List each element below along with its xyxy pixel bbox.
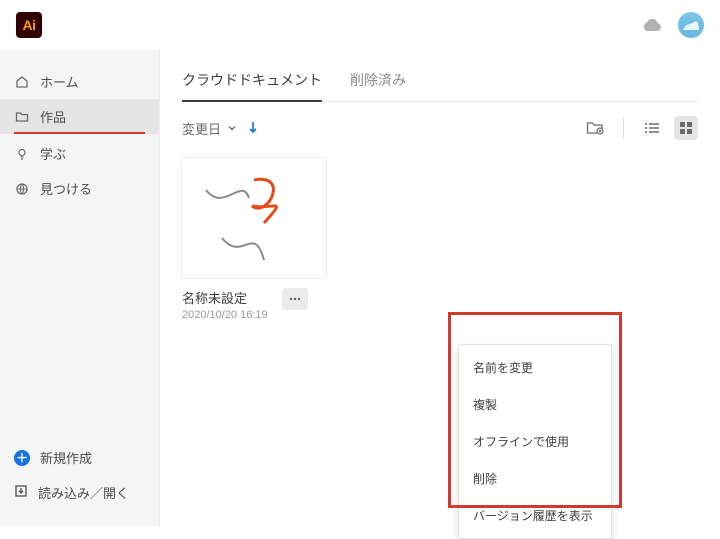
tab-label: 削除済み bbox=[350, 72, 406, 88]
file-title: 名称未設定 bbox=[182, 288, 268, 307]
ctx-label: 名前を変更 bbox=[473, 361, 533, 375]
file-more-button[interactable] bbox=[282, 288, 308, 310]
tab-label: クラウドドキュメント bbox=[182, 72, 322, 88]
topbar: Ai bbox=[0, 0, 720, 50]
new-file-button[interactable]: ＋ 新規作成 bbox=[0, 440, 159, 475]
action-label: 新規作成 bbox=[40, 448, 92, 467]
user-avatar[interactable] bbox=[678, 12, 704, 38]
app-root: Ai ホーム 作品 学ぶ 見つける bbox=[0, 0, 720, 526]
grid-view-button[interactable] bbox=[674, 116, 698, 140]
sidebar-item-label: ホーム bbox=[40, 72, 79, 91]
ctx-label: 複製 bbox=[473, 398, 497, 412]
list-view-button[interactable] bbox=[640, 116, 664, 140]
sidebar: ホーム 作品 学ぶ 見つける ＋ 新規作成 bbox=[0, 50, 160, 526]
cloud-icon[interactable] bbox=[642, 17, 662, 34]
ctx-offline[interactable]: オフラインで使用 bbox=[459, 423, 611, 460]
sort-dropdown[interactable]: 変更日 bbox=[182, 119, 237, 138]
ctx-label: オフラインで使用 bbox=[473, 435, 569, 449]
folder-icon bbox=[14, 110, 30, 124]
open-file-button[interactable]: 読み込み／開く bbox=[0, 475, 159, 510]
ctx-versions[interactable]: バージョン履歴を表示 bbox=[459, 497, 611, 534]
content: クラウドドキュメント 削除済み 変更日 bbox=[160, 50, 720, 526]
sort-label: 変更日 bbox=[182, 119, 221, 138]
file-thumbnail bbox=[182, 158, 326, 278]
tab-cloud-documents[interactable]: クラウドドキュメント bbox=[182, 64, 322, 102]
sidebar-item-home[interactable]: ホーム bbox=[0, 64, 159, 99]
ctx-duplicate[interactable]: 複製 bbox=[459, 386, 611, 423]
divider bbox=[623, 118, 624, 138]
ctx-label: 削除 bbox=[473, 472, 497, 486]
main: ホーム 作品 学ぶ 見つける ＋ 新規作成 bbox=[0, 50, 720, 526]
sidebar-item-discover[interactable]: 見つける bbox=[0, 171, 159, 206]
home-icon bbox=[14, 75, 30, 89]
sidebar-item-works[interactable]: 作品 bbox=[0, 99, 159, 134]
logo-text: Ai bbox=[23, 17, 36, 33]
file-date: 2020/10/20 16:19 bbox=[182, 309, 268, 321]
import-icon bbox=[14, 484, 28, 501]
folder-add-button[interactable] bbox=[583, 116, 607, 140]
context-menu: 名前を変更 複製 オフラインで使用 削除 バージョン履歴を表示 bbox=[458, 344, 612, 539]
toolbar: 変更日 bbox=[182, 102, 698, 158]
chevron-down-icon bbox=[227, 121, 237, 136]
sidebar-item-label: 作品 bbox=[40, 107, 66, 126]
illustrator-logo: Ai bbox=[16, 12, 42, 38]
ctx-rename[interactable]: 名前を変更 bbox=[459, 349, 611, 386]
ctx-delete[interactable]: 削除 bbox=[459, 460, 611, 497]
lightbulb-icon bbox=[14, 147, 30, 161]
file-card[interactable]: 名称未設定 2020/10/20 16:19 bbox=[182, 158, 326, 321]
sort-direction-button[interactable] bbox=[247, 120, 259, 137]
sidebar-item-label: 見つける bbox=[40, 179, 92, 198]
sidebar-active-underline bbox=[14, 132, 145, 134]
ctx-label: バージョン履歴を表示 bbox=[473, 509, 593, 523]
tab-deleted[interactable]: 削除済み bbox=[350, 64, 406, 101]
action-label: 読み込み／開く bbox=[38, 483, 129, 502]
tabs: クラウドドキュメント 削除済み bbox=[182, 64, 698, 102]
globe-icon bbox=[14, 182, 30, 196]
plus-icon: ＋ bbox=[14, 450, 30, 466]
sidebar-item-learn[interactable]: 学ぶ bbox=[0, 136, 159, 171]
sidebar-item-label: 学ぶ bbox=[40, 144, 66, 163]
